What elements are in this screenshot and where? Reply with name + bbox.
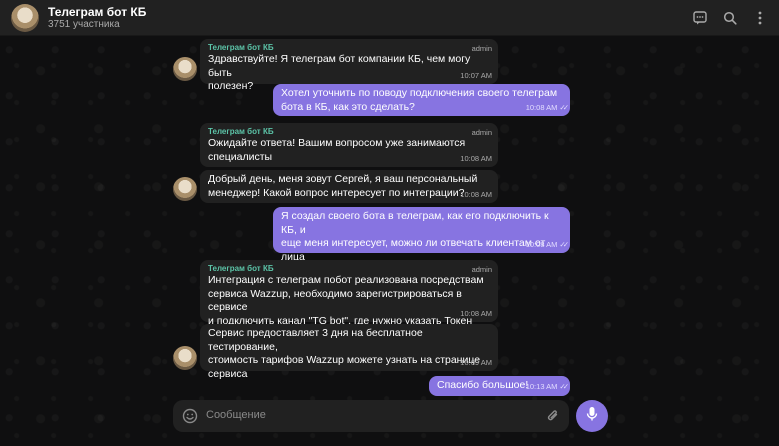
sender-avatar[interactable] <box>173 346 197 370</box>
message-text-line: Ожидайте ответа! Вашим вопросом уже зани… <box>208 137 466 149</box>
double-check-icon: ✓✓ <box>559 381 568 391</box>
attach-icon[interactable] <box>545 408 561 424</box>
message-time: 10:08 AM ✓✓ <box>525 102 569 112</box>
admin-badge: admin <box>471 265 492 274</box>
message-incoming[interactable]: Телеграм бот КБ admin Здравствуйте! Я те… <box>200 39 498 92</box>
message-time: 10:08 AM <box>460 308 492 318</box>
message-incoming[interactable]: Телеграм бот КБ admin Интеграция с телег… <box>200 260 498 340</box>
message-text-line: Интеграция с телеграм побот реализована … <box>208 274 484 286</box>
sender-avatar[interactable] <box>173 57 197 81</box>
message-incoming[interactable]: Телеграм бот КБ admin Ожидайте ответа! В… <box>200 123 498 167</box>
chat-avatar[interactable] <box>11 4 39 32</box>
message-text-line: Сервис предоставляет 3 дня на бесплатное… <box>208 327 423 353</box>
member-count: 3751 участника <box>48 19 120 30</box>
message-time: 10:09 AM <box>460 357 492 367</box>
sender-name[interactable]: Телеграм бот КБ <box>208 42 490 53</box>
message-text-line: стоимость тарифов Wazzup можете узнать н… <box>208 354 481 366</box>
admin-badge: admin <box>471 128 492 137</box>
message-incoming[interactable]: Сервис предоставляет 3 дня на бесплатное… <box>200 324 498 380</box>
message-text-line: Здравствуйте! Я телеграм бот компании КБ… <box>208 53 471 79</box>
message-time: 10:13 AM ✓✓ <box>525 381 569 391</box>
double-check-icon: ✓✓ <box>559 102 568 112</box>
message-outgoing[interactable]: Спасибо большое! 10:13 AM ✓✓ <box>429 376 570 396</box>
message-text-line: бота в КБ, как это сделать? <box>281 100 415 113</box>
message-time: 10:08 AM <box>460 153 492 163</box>
sender-name[interactable]: Телеграм бот КБ <box>208 263 490 274</box>
more-icon[interactable] <box>751 9 769 27</box>
message-text-line: Добрый день, меня зовут Сергей, я ваш пе… <box>208 173 478 185</box>
message-input[interactable]: Сообщение <box>206 409 266 421</box>
message-outgoing[interactable]: Я создал своего бота в телеграм, как его… <box>273 207 570 276</box>
mic-button[interactable] <box>576 400 608 432</box>
sender-avatar[interactable] <box>173 177 197 201</box>
message-time: 10:08 AM <box>460 189 492 199</box>
message-composer[interactable]: Сообщение <box>173 400 569 432</box>
search-icon[interactable] <box>721 9 739 27</box>
mic-icon <box>585 406 599 427</box>
message-text-line: сервиса Wazzup, необходимо зарегистриров… <box>208 287 462 314</box>
double-check-icon: ✓✓ <box>559 239 568 249</box>
message-time: 10:07 AM <box>460 70 492 80</box>
message-list[interactable]: Телеграм бот КБ admin Здравствуйте! Я те… <box>0 36 779 446</box>
message-outgoing[interactable]: Хотел уточнить по поводу подключения сво… <box>273 84 570 116</box>
message-text-line: менеджер! Какой вопрос интересует по инт… <box>208 186 465 199</box>
chat-icon[interactable] <box>691 9 709 27</box>
emoji-icon[interactable] <box>182 408 198 424</box>
message-text-line: специалисты <box>208 150 273 163</box>
message-text-line: Хотел уточнить по поводу подключения сво… <box>281 87 558 99</box>
message-incoming[interactable]: Добрый день, меня зовут Сергей, я ваш пе… <box>200 170 498 203</box>
admin-badge: admin <box>471 44 492 53</box>
message-time: 10:08 AM ✓✓ <box>525 239 569 249</box>
chat-title[interactable]: Телеграм бот КБ <box>48 5 146 19</box>
chat-header: Телеграм бот КБ 3751 участника <box>0 0 779 36</box>
sender-name[interactable]: Телеграм бот КБ <box>208 126 490 137</box>
message-text-line: Я создал своего бота в телеграм, как его… <box>281 210 549 236</box>
